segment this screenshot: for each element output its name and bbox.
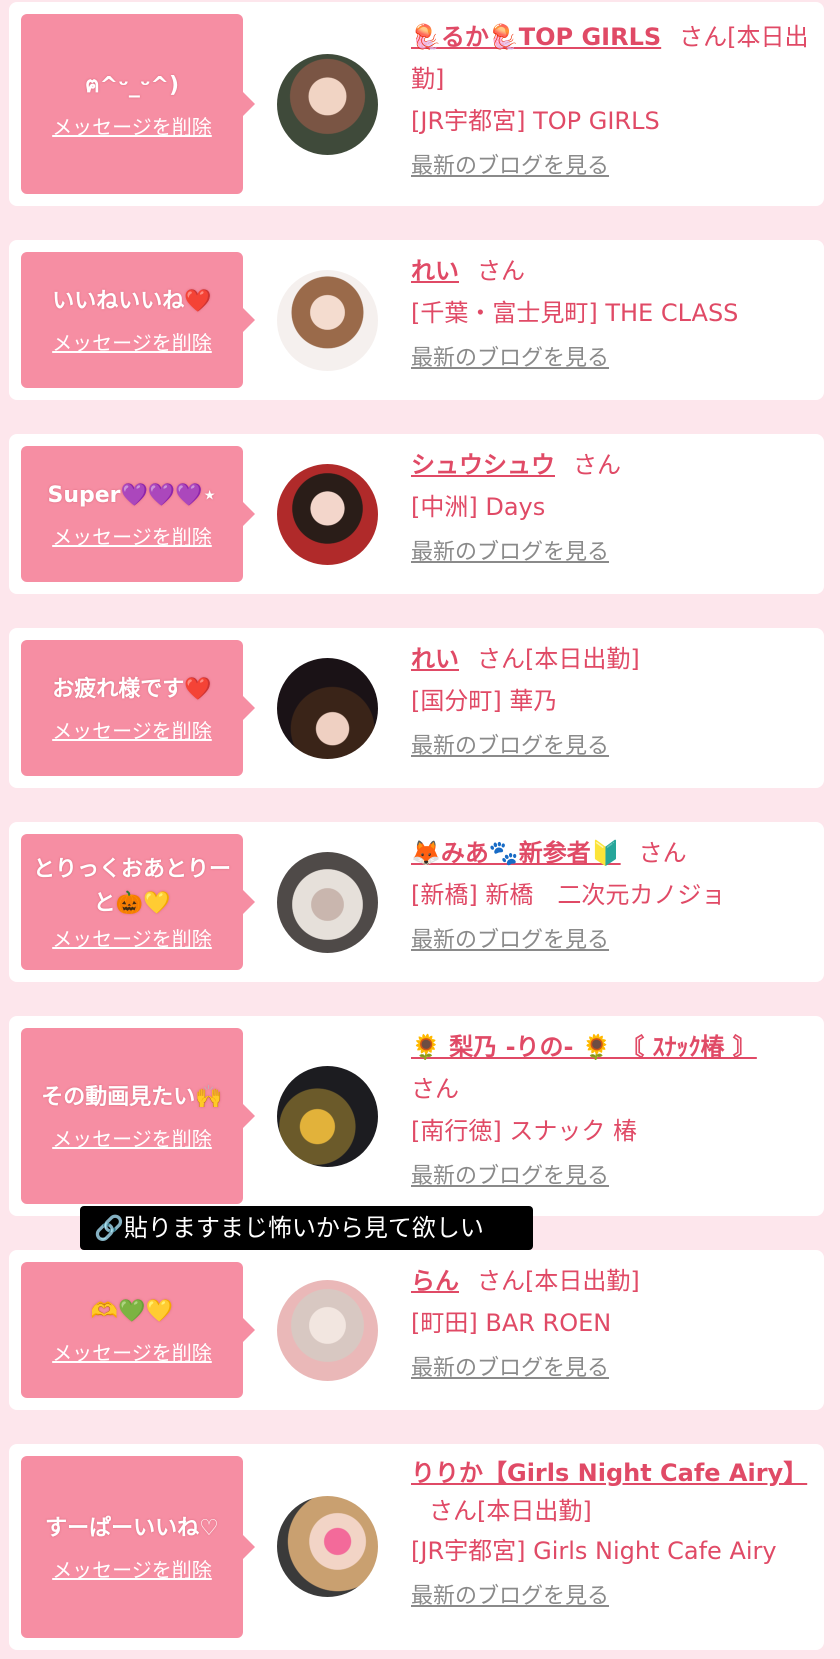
blog-link[interactable]: 最新のブログを見る xyxy=(411,926,811,956)
message-bubble: Super💜💜💜⋆ メッセージを削除 xyxy=(21,446,255,582)
blog-link[interactable]: 最新のブログを見る xyxy=(411,344,811,374)
girl-info: シュウシュウ さん [中洲] Days 最新のブログを見る xyxy=(411,444,811,568)
avatar[interactable] xyxy=(277,1066,378,1167)
girl-name-link[interactable]: れい xyxy=(411,257,459,285)
shop-name: [国分町] 華乃 xyxy=(411,687,558,715)
girl-name-link[interactable]: らん xyxy=(411,1267,459,1295)
blog-link[interactable]: 最新のブログを見る xyxy=(411,732,811,762)
name-suffix: さん xyxy=(638,839,687,867)
shop-name: [町田] BAR ROEN xyxy=(411,1309,612,1337)
message-bubble: ฅ^ᵕ_ᵕ^) メッセージを削除 xyxy=(21,14,255,194)
girl-name-link[interactable]: 🪼るか🪼TOP GIRLS xyxy=(411,23,661,51)
girl-name-link[interactable]: 🌻 梨乃 -りの- 🌻 〘 ｽﾅｯｸ椿 〙 xyxy=(411,1033,757,1061)
delete-message-link[interactable]: メッセージを削除 xyxy=(52,327,212,356)
name-suffix: さん[本日出勤] xyxy=(477,1267,640,1295)
message-text: Super💜💜💜⋆ xyxy=(47,482,217,508)
message-card: 🫶💚💛 メッセージを削除 らん さん[本日出勤] [町田] BAR ROEN 最新… xyxy=(9,1250,824,1410)
message-card: その動画見たい🙌 メッセージを削除 🌻 梨乃 -りの- 🌻 〘 ｽﾅｯｸ椿 〙さ… xyxy=(9,1016,824,1216)
avatar[interactable] xyxy=(277,464,378,565)
blog-link[interactable]: 最新のブログを見る xyxy=(411,538,811,568)
girl-info: れい さん [千葉・富士見町] THE CLASS 最新のブログを見る xyxy=(411,250,811,374)
message-card: ฅ^ᵕ_ᵕ^) メッセージを削除 🪼るか🪼TOP GIRLS さん[本日出勤] [… xyxy=(9,2,824,206)
delete-message-link[interactable]: メッセージを削除 xyxy=(52,1337,212,1366)
girl-info: 🌻 梨乃 -りの- 🌻 〘 ｽﾅｯｸ椿 〙さん [南行徳] スナック 椿 最新の… xyxy=(411,1026,791,1192)
girl-info: 🦊みあ🐾新参者🔰 さん [新橋] 新橋 二次元カノジョ 最新のブログを見る xyxy=(411,832,811,956)
girl-info: 🪼るか🪼TOP GIRLS さん[本日出勤] [JR宇都宮] TOP GIRLS … xyxy=(411,16,811,182)
avatar[interactable] xyxy=(277,852,378,953)
message-card: すーぱーいいね♡ メッセージを削除 りりか【Girls Night Cafe A… xyxy=(9,1444,824,1650)
message-bubble: すーぱーいいね♡ メッセージを削除 xyxy=(21,1456,255,1638)
name-suffix: さん xyxy=(411,1075,459,1103)
message-card: とりっくおあとりーと🎃💛 メッセージを削除 🦊みあ🐾新参者🔰 さん [新橋] 新橋… xyxy=(9,822,824,982)
avatar[interactable] xyxy=(277,1496,378,1597)
delete-message-link[interactable]: メッセージを削除 xyxy=(52,1123,212,1152)
message-text: すーぱーいいね♡ xyxy=(45,1515,219,1541)
shop-name: [JR宇都宮] Girls Night Cafe Airy xyxy=(411,1537,777,1565)
girl-info: りりか【Girls Night Cafe Airy】さん[本日出勤] [JR宇都… xyxy=(411,1454,811,1612)
shop-name: [南行徳] スナック 椿 xyxy=(411,1117,637,1145)
message-card: お疲れ様です❤️ メッセージを削除 れい さん[本日出勤] [国分町] 華乃 最新… xyxy=(9,628,824,788)
delete-message-link[interactable]: メッセージを削除 xyxy=(52,1554,212,1583)
name-suffix: さん xyxy=(477,257,525,285)
shop-name: [新橋] 新橋 二次元カノジョ xyxy=(411,881,726,909)
avatar[interactable] xyxy=(277,54,378,155)
girl-name-link[interactable]: りりか【Girls Night Cafe Airy】 xyxy=(411,1459,807,1487)
name-suffix: さん[本日出勤] xyxy=(429,1497,592,1525)
avatar[interactable] xyxy=(277,270,378,371)
shop-name: [中洲] Days xyxy=(411,493,546,521)
shop-name: [千葉・富士見町] THE CLASS xyxy=(411,299,739,327)
message-text: 🫶💚💛 xyxy=(90,1298,174,1324)
message-bubble: 🫶💚💛 メッセージを削除 xyxy=(21,1262,255,1398)
girl-name-link[interactable]: 🦊みあ🐾新参者🔰 xyxy=(411,839,621,867)
delete-message-link[interactable]: メッセージを削除 xyxy=(52,521,212,550)
message-card: いいねいいね❤️ メッセージを削除 れい さん [千葉・富士見町] THE CLA… xyxy=(9,240,824,400)
blog-link[interactable]: 最新のブログを見る xyxy=(411,152,811,182)
girl-name-link[interactable]: れい xyxy=(411,645,459,673)
message-text: とりっくおあとりーと🎃💛 xyxy=(32,856,231,916)
message-card: Super💜💜💜⋆ メッセージを削除 シュウシュウ さん [中洲] Days 最新… xyxy=(9,434,824,594)
name-suffix: さん[本日出勤] xyxy=(477,645,640,673)
girl-info: らん さん[本日出勤] [町田] BAR ROEN 最新のブログを見る xyxy=(411,1260,811,1384)
girl-name-link[interactable]: シュウシュウ xyxy=(411,451,555,479)
message-text: いいねいいね❤️ xyxy=(52,288,212,314)
blog-link[interactable]: 最新のブログを見る xyxy=(411,1354,811,1384)
girl-info: れい さん[本日出勤] [国分町] 華乃 最新のブログを見る xyxy=(411,638,811,762)
message-text: ฅ^ᵕ_ᵕ^) xyxy=(84,72,180,98)
message-bubble: いいねいいね❤️ メッセージを削除 xyxy=(21,252,255,388)
delete-message-link[interactable]: メッセージを削除 xyxy=(52,923,212,952)
delete-message-link[interactable]: メッセージを削除 xyxy=(52,111,212,140)
message-text: お疲れ様です❤️ xyxy=(52,676,212,702)
message-bubble: その動画見たい🙌 メッセージを削除 xyxy=(21,1028,255,1204)
message-tooltip: 🔗貼りますまじ怖いから見て欲しい xyxy=(80,1206,533,1250)
avatar[interactable] xyxy=(277,1280,378,1381)
blog-link[interactable]: 最新のブログを見る xyxy=(411,1582,811,1612)
message-text: その動画見たい🙌 xyxy=(41,1084,223,1110)
shop-name: [JR宇都宮] TOP GIRLS xyxy=(411,107,660,135)
message-bubble: お疲れ様です❤️ メッセージを削除 xyxy=(21,640,255,776)
delete-message-link[interactable]: メッセージを削除 xyxy=(52,715,212,744)
blog-link[interactable]: 最新のブログを見る xyxy=(411,1162,791,1192)
message-bubble: とりっくおあとりーと🎃💛 メッセージを削除 xyxy=(21,834,255,970)
name-suffix: さん xyxy=(573,451,621,479)
avatar[interactable] xyxy=(277,658,378,759)
